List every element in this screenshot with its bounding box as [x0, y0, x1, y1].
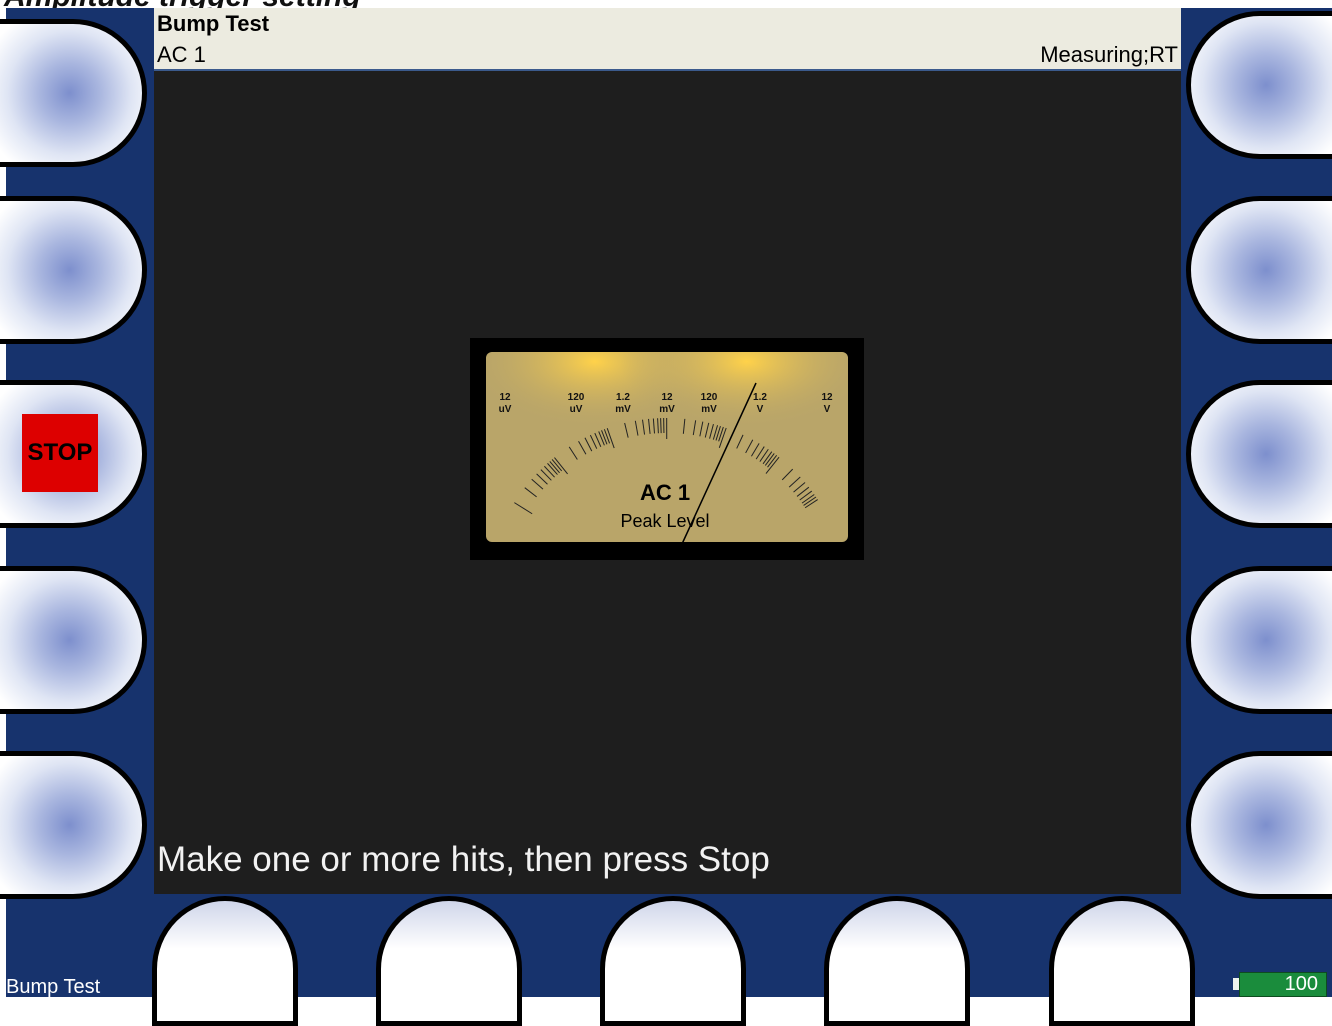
scale-label-unit: uV: [570, 404, 583, 415]
scale-label-value: 12: [499, 392, 511, 403]
left-softkey-5[interactable]: [0, 751, 147, 899]
left-softkey-4[interactable]: [0, 566, 147, 714]
status-text: Measuring;RT: [1040, 42, 1178, 68]
stop-button[interactable]: STOP: [22, 414, 98, 492]
scale-label-unit: V: [757, 404, 764, 415]
right-softkey-2[interactable]: [1186, 196, 1332, 344]
display-screen: Bump Test AC 1 Measuring;RT 12uV120uV1.2…: [154, 8, 1181, 894]
right-softkey-1[interactable]: [1186, 11, 1332, 159]
meter-channel-label: AC 1: [640, 480, 690, 505]
instruction-prompt: Make one or more hits, then press Stop: [157, 840, 770, 880]
right-softkey-4[interactable]: [1186, 566, 1332, 714]
scale-label-value: 120: [568, 392, 585, 403]
scale-label-value: 1.2: [753, 392, 767, 403]
footer-mode-label: Bump Test: [6, 976, 100, 999]
scale-label-unit: mV: [701, 404, 717, 415]
left-softkey-2[interactable]: [0, 196, 147, 344]
left-softkey-1[interactable]: [0, 19, 147, 167]
right-softkey-5[interactable]: [1186, 751, 1332, 899]
peak-level-meter: 12uV120uV1.2mV12mV120mV1.2V12V AC 1 Peak…: [470, 338, 864, 560]
scale-label-value: 120: [701, 392, 718, 403]
scale-label-value: 1.2: [616, 392, 630, 403]
scale-label-value: 12: [661, 392, 673, 403]
scale-label-value: 12: [821, 392, 833, 403]
scale-label-unit: V: [824, 404, 831, 415]
right-softkey-3[interactable]: [1186, 380, 1332, 528]
scale-label-unit: mV: [659, 404, 675, 415]
battery-indicator: 100: [1239, 972, 1327, 997]
channel-label: AC 1: [157, 42, 206, 68]
screen-title: Bump Test: [157, 11, 269, 37]
scale-label-unit: uV: [499, 404, 512, 415]
screen-header: Bump Test AC 1 Measuring;RT: [154, 8, 1181, 71]
scale-label-unit: mV: [615, 404, 631, 415]
scale-tick: [661, 418, 662, 433]
